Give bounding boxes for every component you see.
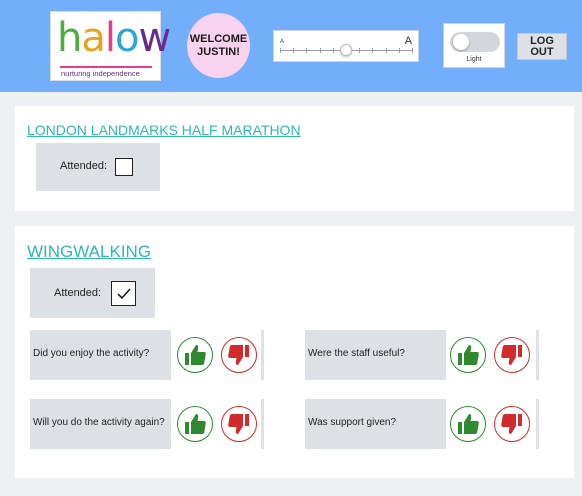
rating-buttons-3 (171, 399, 264, 449)
text-size-slider[interactable]: A A (273, 30, 419, 62)
thumbs-down-icon (501, 345, 522, 365)
logo-wordmark: halow (57, 15, 171, 61)
thumbs-up-icon (458, 414, 479, 434)
attended-label-1: Attended: (60, 160, 108, 172)
slider-tick (320, 48, 321, 53)
thumbs-down-icon (228, 345, 249, 365)
activity-card-2: WINGWALKING Attended: Did you enjoy the … (15, 226, 574, 478)
thumbs-up-button-2[interactable] (450, 337, 486, 373)
thumbs-down-button-1[interactable] (221, 337, 257, 373)
logout-line-1: LOG (530, 34, 554, 47)
logout-button[interactable]: LOG OUT (517, 33, 567, 60)
welcome-line-1: WELCOME (189, 32, 248, 45)
halow-logo[interactable]: halow nurturing independence (50, 11, 171, 81)
question-text-4: Was support given? (308, 417, 397, 428)
slider-tick (293, 48, 294, 53)
question-panel-4: Was support given? (305, 399, 446, 449)
slider-tick (280, 48, 281, 53)
thumbs-down-button-3[interactable] (221, 406, 257, 442)
thumbs-up-button-4[interactable] (450, 406, 486, 442)
thumbs-down-button-2[interactable] (494, 337, 530, 373)
welcome-badge: WELCOME JUSTIN! (187, 13, 250, 78)
rating-buttons-2 (446, 330, 539, 380)
toggle-knob[interactable] (453, 34, 469, 50)
question-text-1: Did you enjoy the activity? (33, 348, 150, 359)
app-header: halow nurturing independence WELCOME JUS… (0, 0, 582, 92)
thumbs-up-icon (185, 414, 206, 434)
theme-toggle-label: Light (466, 56, 482, 63)
theme-toggle[interactable]: Light (443, 23, 505, 68)
thumbs-down-icon (501, 414, 522, 434)
activity-title-2[interactable]: WINGWALKING (27, 242, 151, 262)
thumbs-up-button-1[interactable] (177, 337, 213, 373)
thumbs-down-icon (228, 414, 249, 434)
logout-line-2: OUT (530, 45, 554, 58)
thumbs-up-button-3[interactable] (177, 406, 213, 442)
slider-tick (386, 48, 387, 53)
small-text-label: A (280, 39, 285, 45)
rating-buttons-1 (171, 330, 264, 380)
question-text-3: Will you do the activity again? (33, 417, 165, 428)
slider-tick (359, 48, 360, 53)
checkmark-icon (116, 287, 131, 299)
slider-thumb[interactable] (340, 44, 352, 56)
logo-tagline: nurturing independence (61, 69, 140, 78)
thumbs-up-icon (185, 345, 206, 365)
slider-tick (306, 48, 307, 53)
slider-tick (333, 48, 334, 53)
rating-buttons-4 (446, 399, 539, 449)
large-text-label: A (404, 35, 412, 47)
attended-label-2: Attended: (54, 287, 102, 299)
slider-tick (372, 48, 373, 53)
slider-tick (399, 48, 400, 53)
thumbs-up-icon (458, 345, 479, 365)
attended-panel-2: Attended: (30, 268, 155, 318)
activity-card-1: LONDON LANDMARKS HALF MARATHON Attended: (15, 106, 574, 211)
logo-underline (60, 66, 152, 68)
question-panel-2: Were the staff useful? (305, 330, 446, 380)
question-text-2: Were the staff useful? (308, 348, 405, 359)
activity-title-1[interactable]: LONDON LANDMARKS HALF MARATHON (27, 122, 301, 138)
question-panel-3: Will you do the activity again? (30, 399, 171, 449)
thumbs-down-button-4[interactable] (494, 406, 530, 442)
welcome-line-2: JUSTIN! (197, 45, 240, 58)
slider-tick (412, 48, 413, 53)
attended-checkbox-1[interactable] (115, 158, 133, 176)
attended-checkbox-2[interactable] (111, 281, 136, 306)
attended-panel-1: Attended: (36, 143, 160, 191)
question-panel-1: Did you enjoy the activity? (30, 330, 171, 380)
